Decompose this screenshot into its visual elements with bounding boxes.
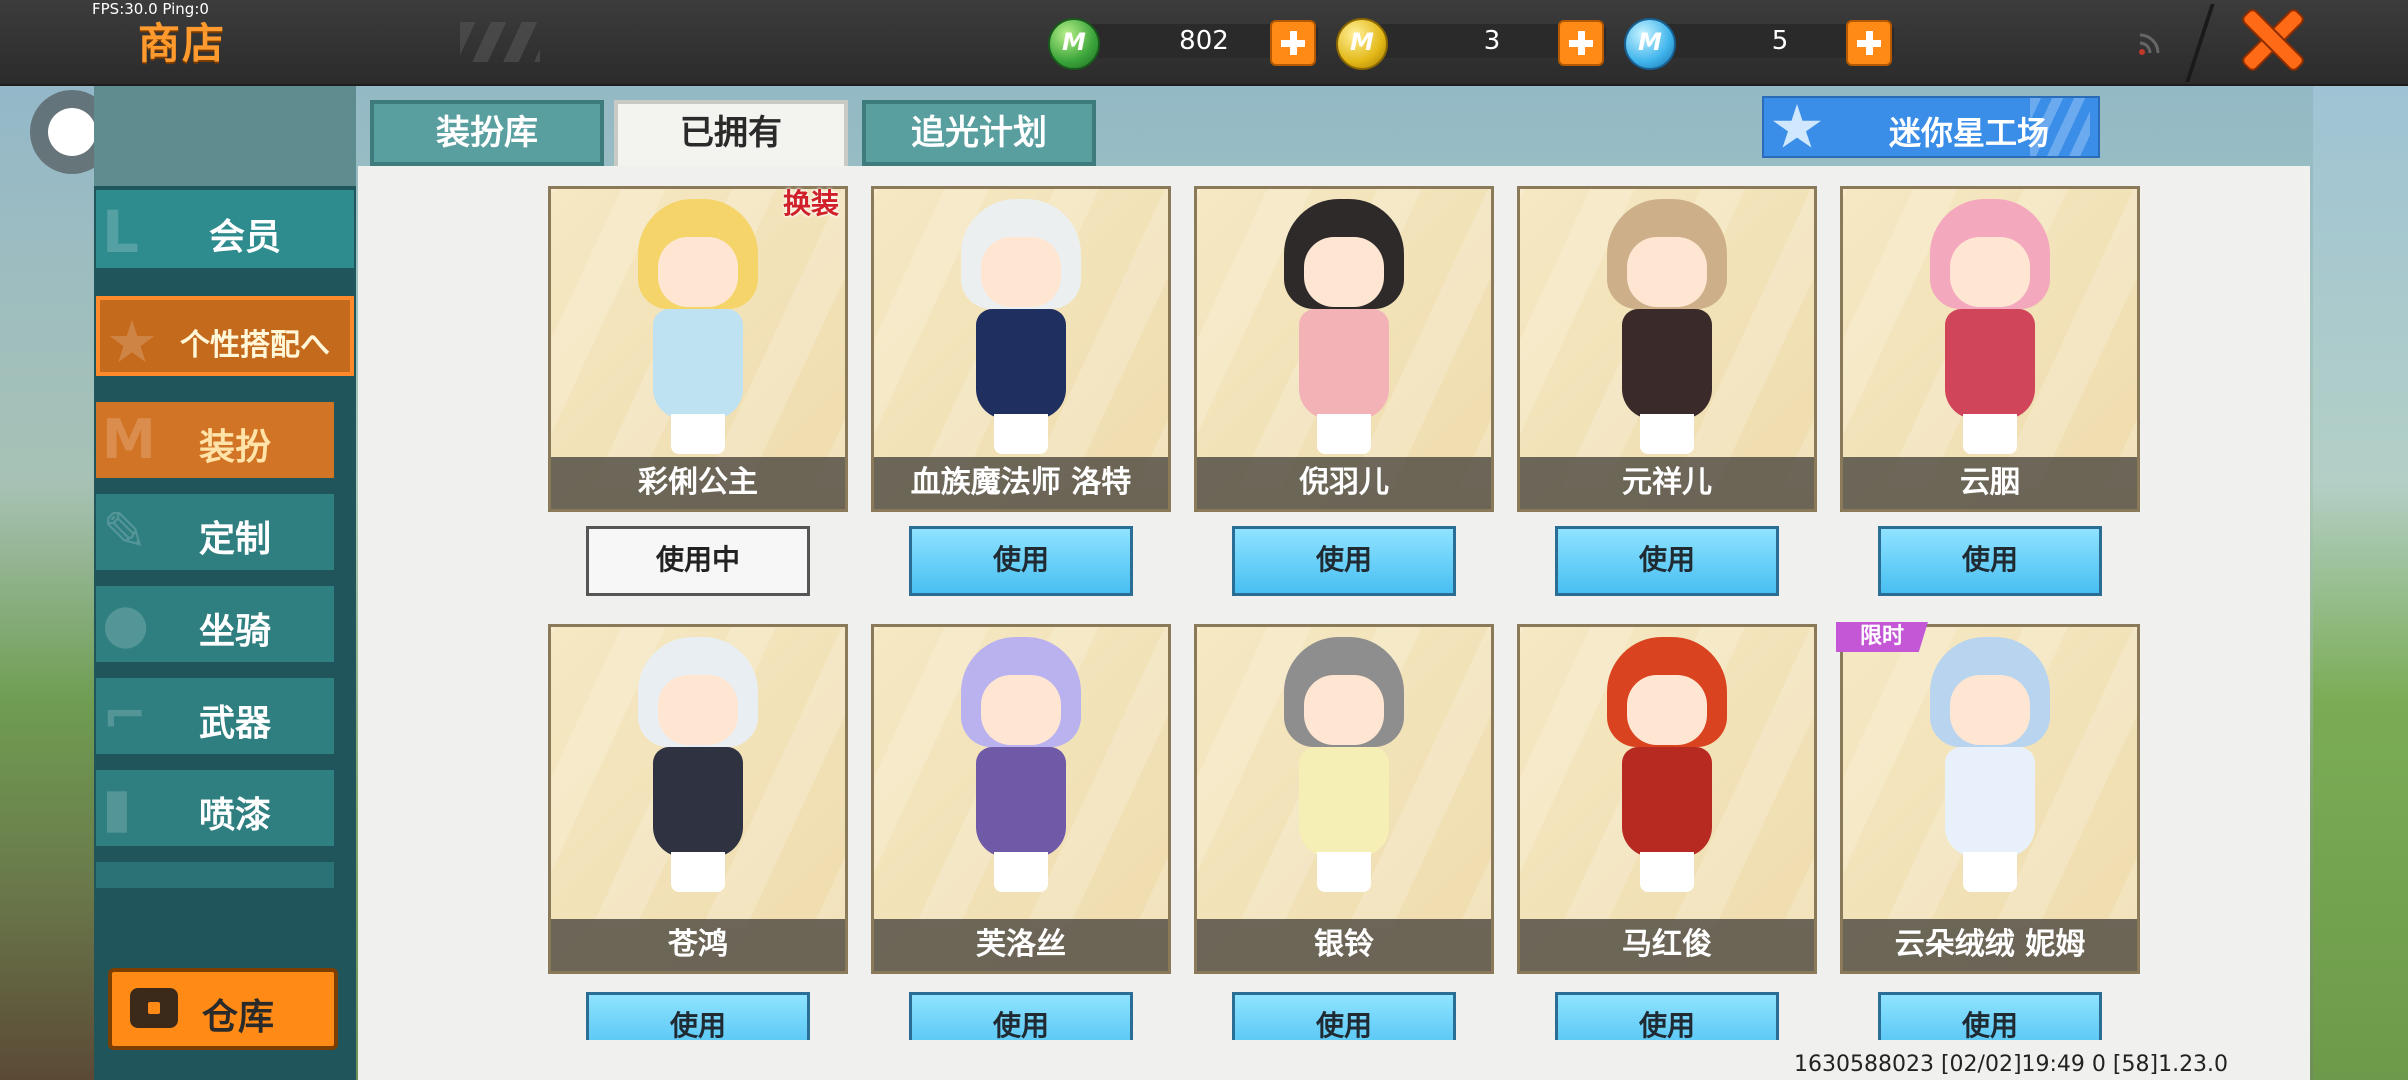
sidebar-item-personal-style[interactable]: ★ 个性搭配へ bbox=[96, 296, 354, 376]
skin-character-image bbox=[1592, 637, 1742, 897]
skin-card[interactable]: 血族魔法师 洛特 bbox=[871, 186, 1171, 512]
skin-card[interactable]: 彩俐公主 bbox=[548, 186, 848, 512]
sidebar-item-weapon[interactable]: ⌐ 武器 bbox=[96, 678, 334, 754]
skin-card[interactable]: 银铃 bbox=[1194, 624, 1494, 974]
use-skin-button[interactable]: 使用 bbox=[909, 526, 1133, 596]
currency-mini-coin: M 3 bbox=[1336, 18, 1636, 70]
tab-chase-light-plan[interactable]: 追光计划 bbox=[862, 100, 1096, 166]
currency-mini-bean: M 802 bbox=[1048, 18, 1348, 70]
use-skin-button[interactable]: 使用 bbox=[1555, 992, 1779, 1040]
limited-time-badge: 限时 bbox=[1836, 622, 1928, 652]
skin-name: 苍鸿 bbox=[551, 919, 845, 971]
skin-character-image bbox=[1269, 637, 1419, 897]
skin-name: 芙洛丝 bbox=[874, 919, 1168, 971]
sidebar: L 会员 ★ 个性搭配へ M 装扮 ✎ 定制 ● 坐骑 ⌐ 武器 ▮ 喷漆 仓库 bbox=[94, 86, 356, 1080]
add-mini-coin-button[interactable] bbox=[1558, 20, 1604, 66]
skin-card[interactable]: 苍鸿 bbox=[548, 624, 848, 974]
chest-icon bbox=[130, 988, 178, 1028]
skin-character-image bbox=[623, 637, 773, 897]
skin-name: 元祥儿 bbox=[1520, 457, 1814, 509]
skin-character-image bbox=[946, 199, 1096, 459]
owned-skins-panel: 彩俐公主 使用中 血族魔法师 洛特 使用 倪羽儿 使用 元祥儿 使用 云胭 使用 苍鸿 使用 芙洛丝 使用… bbox=[358, 166, 2310, 1080]
skin-card[interactable]: 倪羽儿 bbox=[1194, 186, 1494, 512]
page-title: 商店 bbox=[138, 19, 227, 68]
skin-character-image bbox=[1269, 199, 1419, 459]
signal-icon bbox=[2139, 33, 2160, 55]
tab-outfit-library[interactable]: 装扮库 bbox=[370, 100, 604, 166]
warehouse-button[interactable]: 仓库 bbox=[108, 968, 338, 1050]
skin-grid: 彩俐公主 使用中 血族魔法师 洛特 使用 倪羽儿 使用 元祥儿 使用 云胭 使用 苍鸿 使用 芙洛丝 使用… bbox=[358, 166, 2310, 1040]
sidebar-item-custom[interactable]: ✎ 定制 bbox=[96, 494, 334, 570]
skin-character-image bbox=[1915, 199, 2065, 459]
currency-value: 3 bbox=[1483, 26, 1501, 56]
skin-name: 银铃 bbox=[1197, 919, 1491, 971]
outfit-change-badge: 换装 bbox=[782, 187, 839, 220]
build-info: 1630588023 [02/02]19:49 0 [58]1.23.0 bbox=[1794, 1052, 2229, 1077]
skin-name: 倪羽儿 bbox=[1197, 457, 1491, 509]
add-mini-bean-button[interactable] bbox=[1270, 20, 1316, 66]
skin-card[interactable]: 云胭 bbox=[1840, 186, 2140, 512]
mini-workshop-button[interactable]: 迷你星工场 bbox=[1762, 96, 2100, 158]
currency-value: 802 bbox=[1179, 26, 1229, 56]
skin-card[interactable]: 云朵绒绒 妮姆 bbox=[1840, 624, 2140, 974]
decorative-stripes bbox=[460, 22, 540, 62]
skin-card[interactable]: 马红俊 bbox=[1517, 624, 1817, 974]
sidebar-item-vip[interactable]: L 会员 bbox=[96, 190, 354, 268]
background-scenery-left bbox=[0, 85, 95, 1080]
currency-mini-point: M 5 bbox=[1624, 18, 1924, 70]
in-use-button[interactable]: 使用中 bbox=[586, 526, 810, 596]
skin-character-image bbox=[1915, 637, 2065, 897]
use-skin-button[interactable]: 使用 bbox=[1878, 992, 2102, 1040]
gold-coin-icon: M bbox=[1336, 18, 1388, 70]
star-icon bbox=[1773, 104, 1821, 148]
sidebar-item-more[interactable] bbox=[96, 862, 334, 888]
skin-card[interactable]: 芙洛丝 bbox=[871, 624, 1171, 974]
use-skin-button[interactable]: 使用 bbox=[1232, 526, 1456, 596]
sidebar-item-mount[interactable]: ● 坐骑 bbox=[96, 586, 334, 662]
skin-name: 云朵绒绒 妮姆 bbox=[1843, 919, 2137, 971]
skin-character-image bbox=[946, 637, 1096, 897]
use-skin-button[interactable]: 使用 bbox=[909, 992, 1133, 1040]
green-coin-icon: M bbox=[1048, 18, 1100, 70]
use-skin-button[interactable]: 使用 bbox=[586, 992, 810, 1040]
skin-character-image bbox=[623, 199, 773, 459]
skin-name: 血族魔法师 洛特 bbox=[874, 457, 1168, 509]
skin-name: 彩俐公主 bbox=[551, 457, 845, 509]
sidebar-item-spray[interactable]: ▮ 喷漆 bbox=[96, 770, 334, 846]
skin-card[interactable]: 元祥儿 bbox=[1517, 186, 1817, 512]
use-skin-button[interactable]: 使用 bbox=[1555, 526, 1779, 596]
add-mini-point-button[interactable] bbox=[1846, 20, 1892, 66]
tab-owned[interactable]: 已拥有 bbox=[614, 100, 848, 170]
skin-name: 马红俊 bbox=[1520, 919, 1814, 971]
blue-coin-icon: M bbox=[1624, 18, 1676, 70]
sidebar-item-outfit[interactable]: M 装扮 bbox=[96, 402, 334, 478]
currency-value: 5 bbox=[1771, 26, 1789, 56]
close-icon[interactable] bbox=[2240, 8, 2304, 74]
use-skin-button[interactable]: 使用 bbox=[1878, 526, 2102, 596]
background-scenery-right bbox=[2313, 85, 2408, 1080]
divider bbox=[2185, 4, 2215, 82]
skin-name: 云胭 bbox=[1843, 457, 2137, 509]
top-bar: FPS:30.0 Ping:0 商店 M 802 M 3 M 5 bbox=[0, 0, 2408, 86]
skin-character-image bbox=[1592, 199, 1742, 459]
use-skin-button[interactable]: 使用 bbox=[1232, 992, 1456, 1040]
